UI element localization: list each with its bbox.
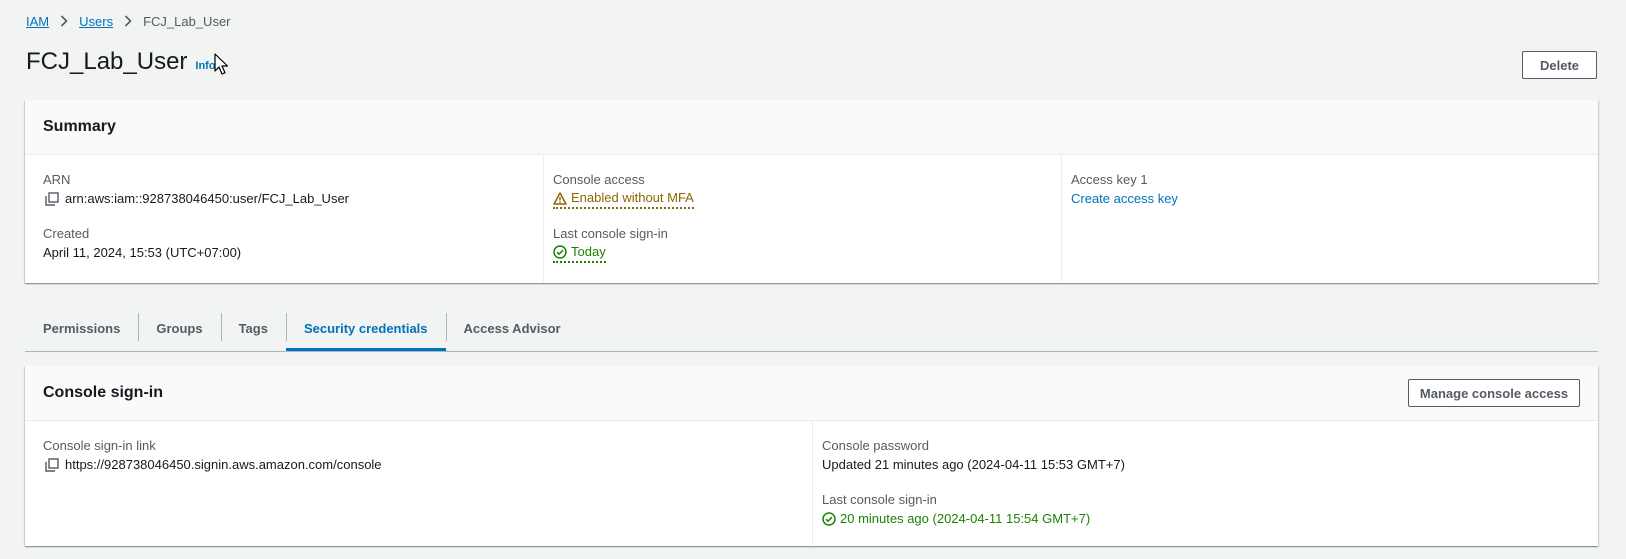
breadcrumb-current: FCJ_Lab_User: [143, 13, 231, 29]
console-access-label: Console access: [553, 172, 645, 187]
summary-title: Summary: [43, 118, 116, 135]
arn-value: arn:aws:iam::928738046450:user/FCJ_Lab_U…: [65, 191, 350, 206]
tab-tags[interactable]: Tags: [220, 306, 286, 350]
summary-col-console: Console access Enabled without MFA Last …: [543, 155, 1061, 282]
console-signin-link-col: Console sign-in link https://92873804645…: [25, 421, 812, 545]
created-label: Created: [43, 226, 90, 241]
created-value: April 11, 2024, 15:53 (UTC+07:00): [43, 245, 242, 260]
breadcrumb-link-iam[interactable]: IAM: [26, 14, 49, 29]
breadcrumb-link-users[interactable]: Users: [79, 14, 113, 29]
manage-console-access-button[interactable]: Manage console access: [1408, 379, 1580, 407]
console-password-label: Console password: [822, 438, 929, 453]
summary-col-identity: ARN arn:aws:iam::928738046450:user/FCJ_L…: [25, 155, 543, 282]
breadcrumb: IAM Users FCJ_Lab_User: [26, 12, 231, 30]
info-link[interactable]: Info: [195, 60, 215, 72]
page-title: FCJ_Lab_User: [26, 48, 188, 75]
access-key-label: Access key 1: [1071, 172, 1148, 187]
console-password-col: Console password Updated 21 minutes ago …: [812, 421, 1598, 545]
page-header: FCJ_Lab_User Info: [26, 46, 216, 78]
mouse-pointer-icon: [214, 53, 229, 78]
last-signin-label: Last console sign-in: [553, 226, 668, 241]
last-signin-status[interactable]: Today: [553, 243, 606, 263]
tab-permissions[interactable]: Permissions: [25, 306, 138, 350]
warning-icon: [553, 191, 567, 205]
console-last-signin-value: 20 minutes ago (2024-04-11 15:54 GMT+7): [840, 511, 1091, 526]
chevron-right-icon: [124, 15, 132, 27]
last-signin-value: Today: [571, 244, 606, 259]
tab-groups[interactable]: Groups: [138, 306, 220, 350]
delete-button[interactable]: Delete: [1522, 51, 1597, 79]
console-access-value: Enabled without MFA: [571, 190, 694, 205]
copy-icon[interactable]: [45, 458, 59, 472]
summary-col-access-key: Access key 1 Create access key: [1061, 155, 1598, 282]
console-access-status[interactable]: Enabled without MFA: [553, 189, 694, 209]
console-last-signin-label: Last console sign-in: [822, 492, 937, 507]
copy-icon[interactable]: [45, 192, 59, 206]
tab-access-advisor[interactable]: Access Advisor: [445, 306, 579, 350]
summary-panel: Summary ARN arn:aws:iam::928738046450:us…: [25, 100, 1598, 283]
console-password-value: Updated 21 minutes ago (2024-04-11 15:53…: [822, 457, 1125, 472]
console-signin-header: Console sign-in Manage console access: [25, 366, 1598, 421]
signin-link-value: https://928738046450.signin.aws.amazon.c…: [65, 457, 382, 472]
tab-security-credentials[interactable]: Security credentials: [285, 306, 446, 351]
check-circle-icon: [822, 512, 836, 526]
chevron-right-icon: [60, 15, 68, 27]
arn-label: ARN: [43, 172, 71, 187]
check-circle-icon: [553, 245, 567, 259]
console-signin-panel: Console sign-in Manage console access Co…: [25, 366, 1598, 546]
console-last-signin-status: 20 minutes ago (2024-04-11 15:54 GMT+7): [822, 509, 1090, 529]
summary-header: Summary: [25, 100, 1598, 155]
signin-link-label: Console sign-in link: [43, 438, 156, 453]
console-signin-title: Console sign-in: [43, 384, 163, 401]
tab-bar: Permissions Groups Tags Security credent…: [25, 306, 1598, 352]
create-access-key-link[interactable]: Create access key: [1071, 189, 1178, 209]
